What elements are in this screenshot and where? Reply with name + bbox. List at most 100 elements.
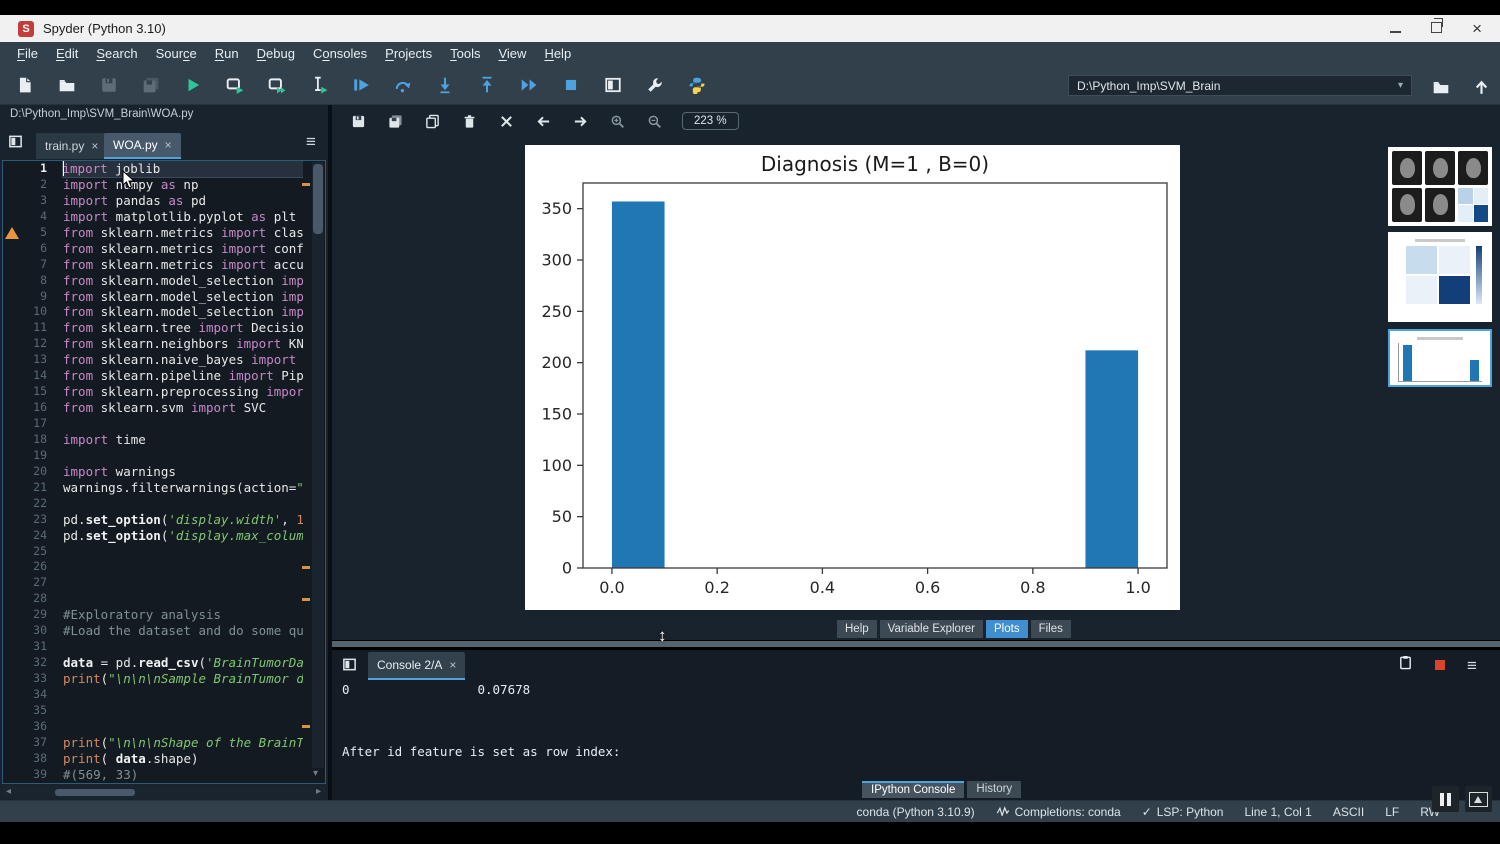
code-line[interactable]: 32data = pd.read_csv('BrainTumorDat (3, 655, 303, 671)
code-line[interactable]: 19 (3, 448, 303, 464)
code-line[interactable]: 38print( data.shape) (3, 751, 303, 767)
horizontal-splitter[interactable] (332, 641, 1500, 647)
code-line[interactable]: 16from sklearn.svm import SVC (3, 400, 303, 416)
code-line[interactable]: 21warnings.filterwarnings(action="i (3, 480, 303, 496)
code-line[interactable]: 15from sklearn.preprocessing import (3, 384, 303, 400)
code-line[interactable]: 36 (3, 719, 303, 735)
code-line[interactable]: 10from sklearn.model_selection impo (3, 304, 303, 320)
thumbnail-diagnosis-histogram[interactable] (1388, 329, 1492, 387)
tab-train-py[interactable]: train.py × (36, 133, 107, 159)
scroll-left-icon[interactable]: ◂ (6, 786, 11, 797)
run-selection-icon[interactable] (306, 72, 332, 98)
console-options-menu-icon[interactable]: ≡ (1467, 657, 1477, 674)
ipython-console-pane[interactable] (332, 650, 1500, 800)
editor-options-menu-icon[interactable]: ≡ (306, 133, 316, 150)
console-splitter-icon[interactable] (342, 657, 357, 677)
pause-button[interactable] (1432, 786, 1459, 812)
menu-run[interactable]: Run (206, 44, 248, 63)
code-line[interactable]: 27 (3, 575, 303, 591)
scroll-down-icon[interactable]: ▾ (313, 768, 318, 779)
code-line[interactable]: 7from sklearn.metrics import accur (3, 257, 303, 273)
run-icon[interactable] (180, 72, 206, 98)
tab-woa-py[interactable]: WOA.py × (104, 133, 181, 159)
code-line[interactable]: 26 (3, 559, 303, 575)
browse-directory-button[interactable] (1428, 74, 1454, 100)
step-out-icon[interactable] (474, 72, 500, 98)
scroll-right-icon[interactable]: ▸ (316, 786, 321, 797)
console-tab-history[interactable]: History (967, 781, 1021, 798)
continue-execution-icon[interactable] (516, 72, 542, 98)
presenter-button[interactable] (1465, 786, 1492, 812)
editor-splitter-icon[interactable] (8, 134, 23, 154)
code-line[interactable]: 4import matplotlib.pyplot as plt (3, 209, 303, 225)
menu-search[interactable]: Search (87, 44, 146, 63)
save-all-icon[interactable] (138, 72, 164, 98)
zoom-out-icon[interactable] (641, 108, 667, 134)
next-plot-icon[interactable] (567, 108, 593, 134)
debug-icon[interactable] (348, 72, 374, 98)
code-line[interactable]: 13from sklearn.naive_bayes import G (3, 352, 303, 368)
close-icon[interactable]: × (165, 138, 172, 152)
code-line[interactable]: 37print("\n\n\nShape of the BrainTu (3, 735, 303, 751)
scrollbar-thumb[interactable] (313, 164, 323, 234)
code-line[interactable]: 6from sklearn.metrics import confu (3, 241, 303, 257)
code-line[interactable]: 29#Exploratory analysis (3, 607, 303, 623)
close-icon[interactable]: × (449, 658, 456, 672)
thumbnail-brain-image-samples[interactable] (1388, 147, 1492, 226)
thumbnail-confusion-matrix[interactable] (1388, 232, 1492, 322)
code-line[interactable]: 17 (3, 416, 303, 432)
code-line[interactable]: 33print("\n\n\nSample BrainTumor da (3, 671, 303, 687)
save-plot-icon[interactable] (345, 108, 371, 134)
pane-tab-help[interactable]: Help (837, 620, 877, 638)
zoom-in-icon[interactable] (604, 108, 630, 134)
code-line[interactable]: 11from sklearn.tree import Decision (3, 320, 303, 336)
code-line[interactable]: 2import numpy as np (3, 177, 303, 193)
code-line[interactable]: 9from sklearn.model_selection impo (3, 289, 303, 305)
code-line[interactable]: 30#Load the dataset and do some qui (3, 623, 303, 639)
scrollbar-thumb[interactable] (55, 789, 135, 796)
menu-tools[interactable]: Tools (441, 44, 489, 63)
run-cell-icon[interactable] (222, 72, 248, 98)
new-file-icon[interactable] (12, 72, 38, 98)
code-line[interactable]: 28 (3, 591, 303, 607)
code-line[interactable]: 1import joblib (3, 161, 303, 177)
code-line[interactable]: 20import warnings (3, 464, 303, 480)
console-tab-ipython-console[interactable]: IPython Console (862, 781, 964, 798)
code-line[interactable]: 24pd.set_option('display.max_column (3, 528, 303, 544)
menu-consoles[interactable]: Consoles (304, 44, 376, 63)
copy-plot-icon[interactable] (419, 108, 445, 134)
menu-debug[interactable]: Debug (248, 44, 304, 63)
save-icon[interactable] (96, 72, 122, 98)
code-line[interactable]: 31 (3, 639, 303, 655)
copy-console-icon[interactable] (1398, 655, 1413, 675)
restore-button[interactable] (1431, 20, 1442, 38)
menu-help[interactable]: Help (535, 44, 580, 63)
working-directory-combo[interactable]: D:\Python_Imp\SVM_Brain ▾ (1068, 75, 1412, 96)
previous-plot-icon[interactable] (530, 108, 556, 134)
python-env-icon[interactable] (684, 72, 710, 98)
code-line[interactable]: 25 (3, 544, 303, 560)
code-line[interactable]: 3import pandas as pd (3, 193, 303, 209)
code-line[interactable]: 35 (3, 703, 303, 719)
menu-source[interactable]: Source (147, 44, 206, 63)
code-line[interactable]: 22 (3, 496, 303, 512)
remove-all-plots-icon[interactable] (493, 108, 519, 134)
code-line[interactable]: 39#(569, 33) (3, 767, 303, 783)
code-line[interactable]: 8from sklearn.model_selection impo (3, 273, 303, 289)
close-icon[interactable]: × (91, 139, 98, 153)
step-into-icon[interactable] (432, 72, 458, 98)
menu-edit[interactable]: Edit (47, 44, 87, 63)
stop-debug-icon[interactable] (558, 72, 584, 98)
code-line[interactable]: 5from sklearn.metrics import class (3, 225, 303, 241)
minimize-button[interactable] (1390, 20, 1401, 38)
pane-tab-variable-explorer[interactable]: Variable Explorer (880, 620, 983, 638)
editor-vertical-scrollbar[interactable] (312, 162, 324, 768)
code-line[interactable]: 12from sklearn.neighbors import KNe (3, 336, 303, 352)
open-file-icon[interactable] (54, 72, 80, 98)
tab-console-2a[interactable]: Console 2/A × (368, 652, 465, 680)
pane-tab-plots[interactable]: Plots (986, 620, 1028, 638)
menu-view[interactable]: View (489, 44, 535, 63)
save-all-plots-icon[interactable] (382, 108, 408, 134)
code-line[interactable]: 23pd.set_option('display.width', 10 (3, 512, 303, 528)
run-cell-advance-icon[interactable] (264, 72, 290, 98)
